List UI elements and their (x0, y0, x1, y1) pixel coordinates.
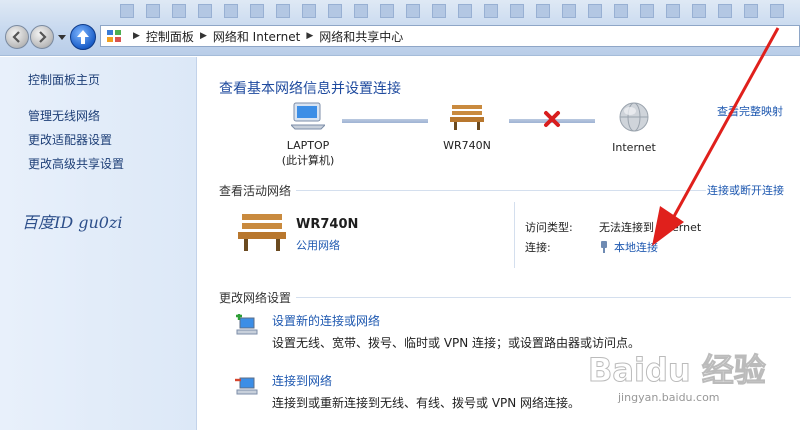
disconnected-x-icon (544, 111, 560, 127)
access-type-label: 访问类型: (525, 221, 573, 234)
router-label: WR740N (443, 139, 491, 152)
connect-to-network-link[interactable]: 连接到网络 (272, 372, 332, 389)
network-type-link[interactable]: 公用网络 (296, 237, 340, 253)
address-field[interactable]: ▶ 控制面板 ▶ 网络和 Internet ▶ 网络和共享中心 (100, 25, 800, 47)
history-dropdown-icon[interactable] (58, 33, 66, 41)
active-networks-heading: 查看活动网络 (219, 184, 292, 198)
this-computer-label: (此计算机) (281, 154, 335, 167)
access-type-value: 无法连接到 Internet (599, 221, 702, 234)
sidebar-item-manage-wireless[interactable]: 管理无线网络 (28, 107, 100, 124)
connect-to-network-desc: 连接到或重新连接到无线、有线、拨号或 VPN 网络连接。 (272, 396, 581, 410)
sidebar-item-advanced-sharing[interactable]: 更改高级共享设置 (28, 155, 124, 172)
map-node-internet[interactable]: Internet (596, 101, 672, 155)
globe-icon (619, 102, 649, 132)
internet-label: Internet (612, 141, 656, 154)
section-divider (296, 297, 791, 298)
control-panel-icon (107, 30, 121, 42)
breadcrumb-control-panel[interactable]: 控制面板 (146, 28, 194, 45)
connection-label: 连接: (525, 241, 551, 254)
baidu-watermark: Baidu 经验 jingyan.baidu.com (588, 345, 788, 425)
address-bar: ▶ 控制面板 ▶ 网络和 Internet ▶ 网络和共享中心 (0, 0, 800, 56)
computer-icon (289, 102, 327, 130)
forward-button[interactable] (30, 25, 54, 49)
baidu-logo: Baidu 经验 (588, 351, 767, 390)
vertical-divider (514, 202, 515, 268)
sidebar-item-adapter-settings[interactable]: 更改适配器设置 (28, 131, 112, 148)
back-button[interactable] (5, 25, 29, 49)
sidebar-item-control-panel-home[interactable]: 控制面板主页 (28, 71, 100, 88)
new-connection-icon (236, 314, 258, 335)
network-name: WR740N (296, 217, 359, 232)
view-full-map-link[interactable]: 查看完整映射 (717, 103, 783, 119)
plug-icon (601, 241, 607, 253)
chevron-right-icon[interactable]: ▶ (200, 31, 207, 41)
breadcrumb-network-internet[interactable]: 网络和 Internet (213, 28, 300, 45)
up-arrow-icon (77, 30, 89, 44)
title-bar-decoration (120, 4, 800, 20)
local-connection-label: 本地连接 (614, 241, 658, 254)
setup-new-connection-desc: 设置无线、宽带、拨号、临时或 VPN 连接；或设置路由器或访问点。 (272, 336, 641, 350)
back-arrow-icon (12, 31, 20, 43)
author-watermark: 百度ID gu0zi (22, 213, 123, 232)
chevron-right-icon[interactable]: ▶ (133, 31, 140, 41)
up-button[interactable] (70, 24, 96, 50)
page-title: 查看基本网络信息并设置连接 (219, 81, 401, 97)
laptop-label: LAPTOP (286, 139, 330, 152)
map-node-laptop[interactable]: LAPTOP (此计算机) (268, 101, 348, 168)
bench-network-icon (238, 214, 286, 251)
change-settings-heading: 更改网络设置 (219, 291, 292, 305)
connection-line (342, 119, 428, 123)
breadcrumb-network-sharing-center[interactable]: 网络和共享中心 (319, 28, 403, 45)
section-divider (296, 190, 706, 191)
baidu-url: jingyan.baidu.com (618, 391, 720, 404)
local-connection-link[interactable]: 本地连接 (599, 239, 658, 255)
map-node-router[interactable]: WR740N (431, 103, 503, 153)
setup-new-connection-link[interactable]: 设置新的连接或网络 (272, 312, 380, 329)
chevron-right-icon[interactable]: ▶ (306, 31, 313, 41)
connect-network-icon (235, 377, 258, 395)
forward-arrow-icon (39, 31, 47, 43)
sidebar: 控制面板主页 管理无线网络 更改适配器设置 更改高级共享设置 百度ID gu0z… (0, 57, 197, 430)
bench-network-icon (450, 105, 484, 130)
connect-disconnect-link[interactable]: 连接或断开连接 (707, 182, 784, 198)
